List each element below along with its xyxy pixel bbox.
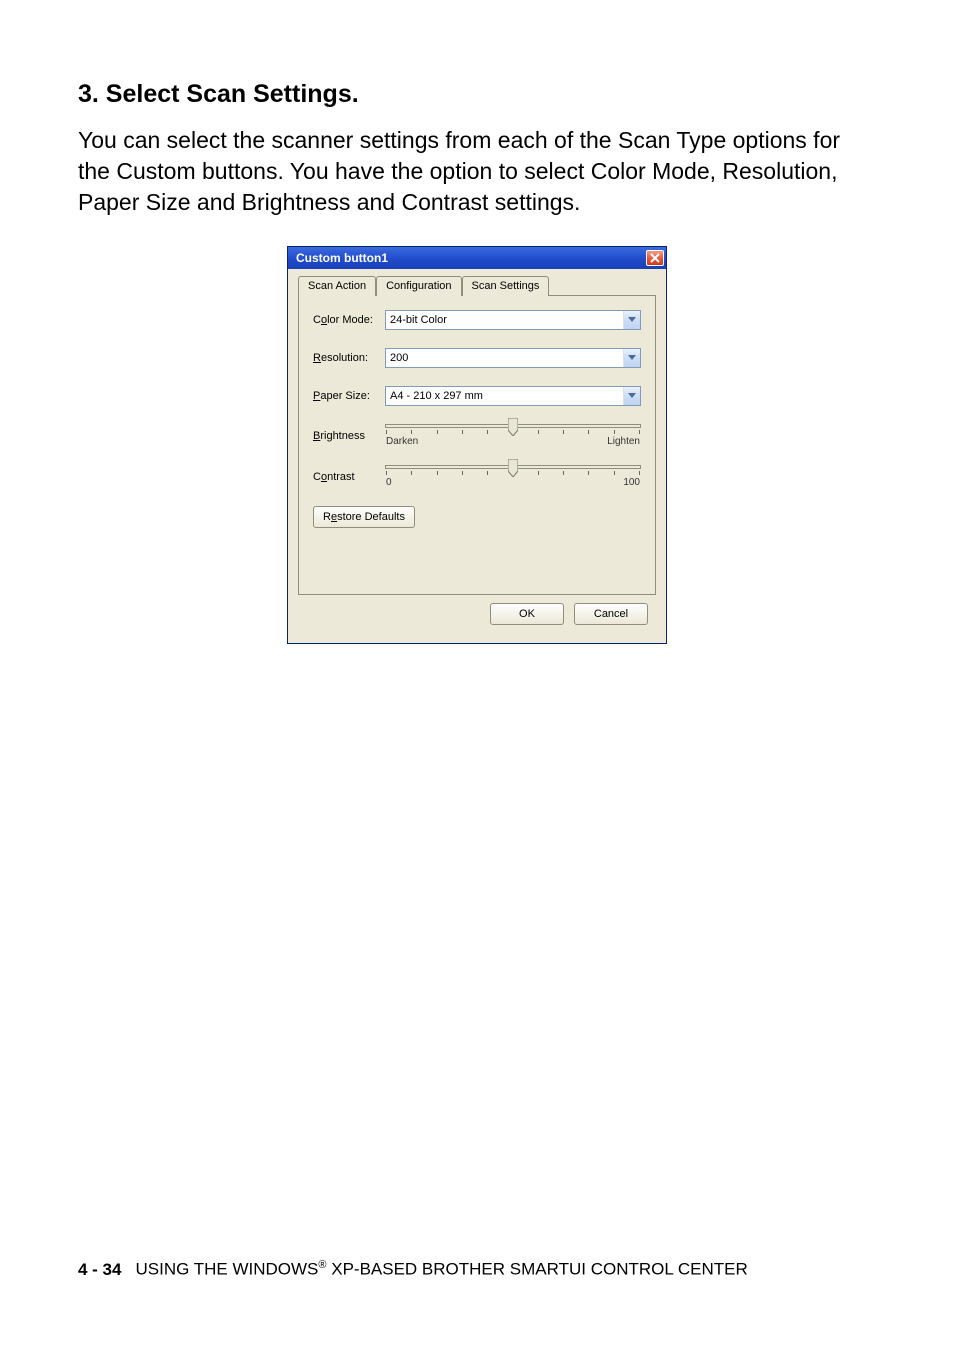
close-icon <box>650 253 660 263</box>
chevron-down-icon <box>623 311 640 329</box>
dialog-title: Custom button1 <box>296 251 388 265</box>
section-heading: 3. Select Scan Settings. <box>78 80 876 109</box>
cancel-button[interactable]: Cancel <box>574 603 648 625</box>
paper-size-value: A4 - 210 x 297 mm <box>390 390 483 402</box>
color-mode-label: Color Mode: <box>313 314 385 326</box>
close-button[interactable] <box>646 250 664 266</box>
resolution-label: Resolution: <box>313 352 385 364</box>
chevron-down-icon <box>623 349 640 367</box>
restore-defaults-button[interactable]: Restore Defaults <box>313 506 415 528</box>
footer-text: USING THE WINDOWS® XP-BASED BROTHER SMAR… <box>135 1259 747 1280</box>
scan-settings-dialog: Custom button1 Scan Action Configuration… <box>287 246 667 644</box>
color-mode-select[interactable]: 24-bit Color <box>385 310 641 330</box>
paper-size-select[interactable]: A4 - 210 x 297 mm <box>385 386 641 406</box>
color-mode-value: 24-bit Color <box>390 314 447 326</box>
contrast-thumb[interactable] <box>508 459 518 477</box>
page-footer: 4 - 34 USING THE WINDOWS® XP-BASED BROTH… <box>78 1259 748 1280</box>
tab-panel: Color Mode: 24-bit Color Resolution: 200 <box>298 295 656 595</box>
resolution-select[interactable]: 200 <box>385 348 641 368</box>
dialog-titlebar: Custom button1 <box>288 247 666 269</box>
brightness-slider[interactable] <box>385 424 641 428</box>
resolution-value: 200 <box>390 352 408 364</box>
section-paragraph: You can select the scanner settings from… <box>78 125 876 218</box>
contrast-left-label: 0 <box>386 477 392 488</box>
brightness-right-label: Lighten <box>607 436 640 447</box>
paper-size-label: Paper Size: <box>313 390 385 402</box>
contrast-right-label: 100 <box>623 477 640 488</box>
page-number: 4 - 34 <box>78 1260 121 1280</box>
contrast-label: Contrast <box>313 471 385 483</box>
contrast-slider[interactable] <box>385 465 641 469</box>
brightness-label: Brightness <box>313 430 385 442</box>
tab-scan-action[interactable]: Scan Action <box>298 276 376 296</box>
tab-scan-settings[interactable]: Scan Settings <box>462 276 550 296</box>
brightness-thumb[interactable] <box>508 418 518 436</box>
tab-configuration[interactable]: Configuration <box>376 276 461 296</box>
chevron-down-icon <box>623 387 640 405</box>
dialog-tabs: Scan Action Configuration Scan Settings <box>298 276 656 296</box>
brightness-left-label: Darken <box>386 436 418 447</box>
ok-button[interactable]: OK <box>490 603 564 625</box>
